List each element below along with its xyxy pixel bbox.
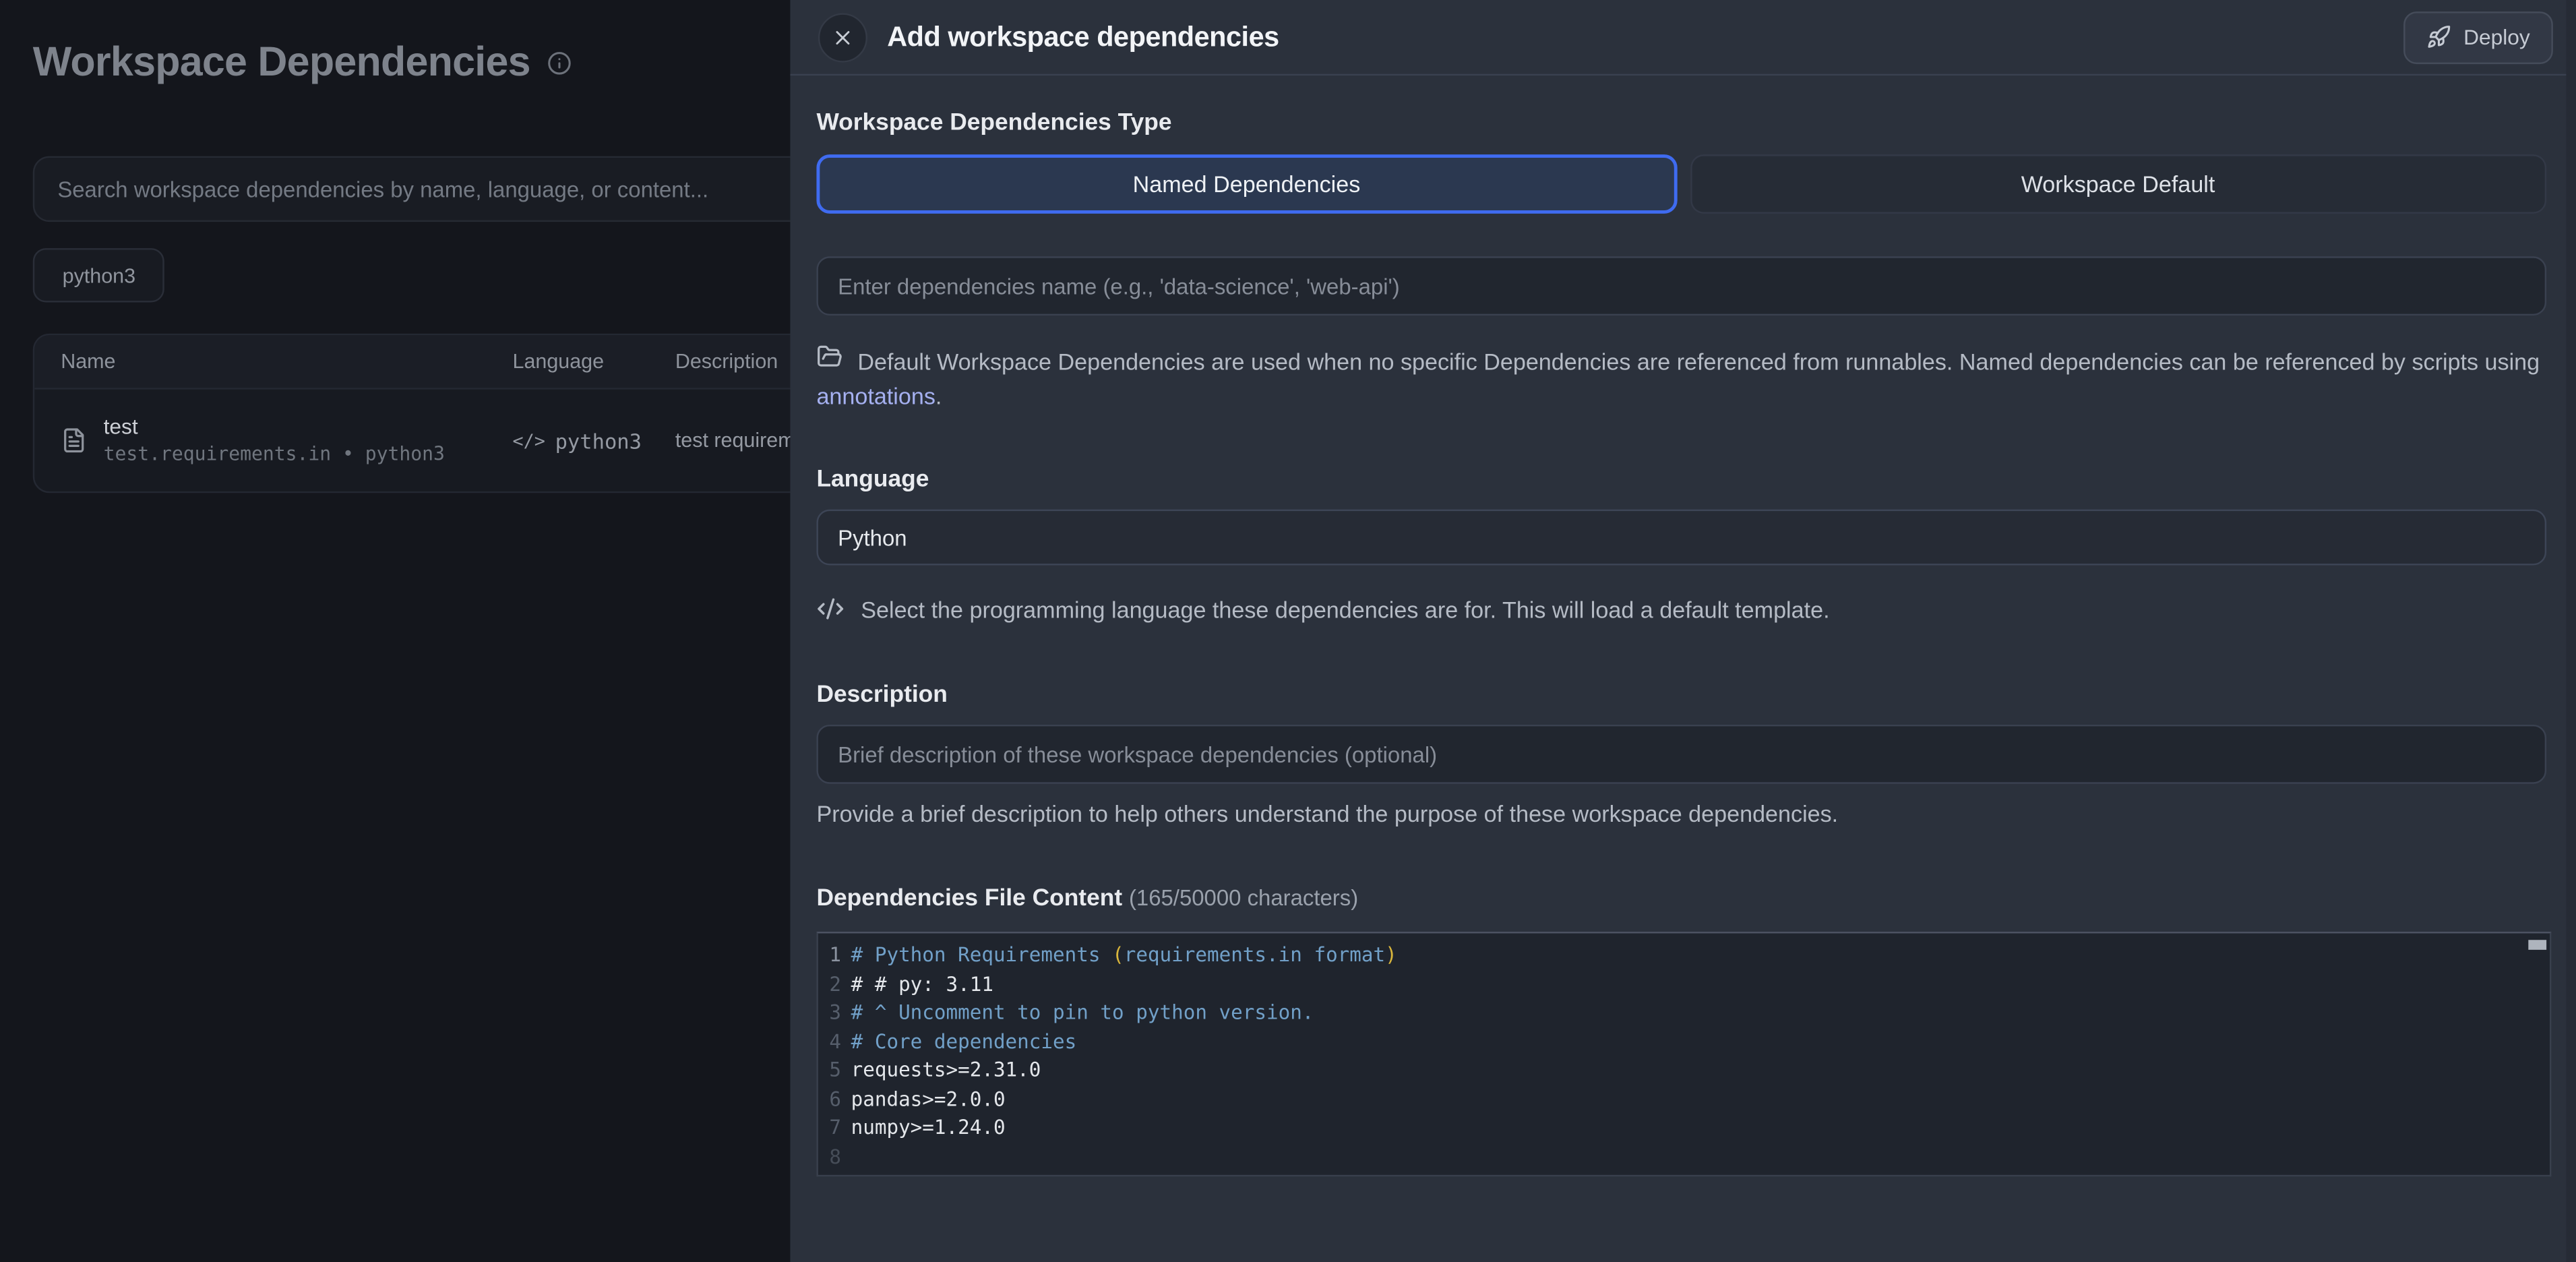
dependency-file-info: test.requirements.in • python3 [104, 440, 445, 467]
toggle-workspace-default[interactable]: Workspace Default [1690, 154, 2546, 214]
dependency-name: test [104, 414, 445, 440]
modal-scrollbar[interactable] [2566, 0, 2576, 1262]
code-line: 8 [818, 1143, 2550, 1172]
language-value: Python [838, 525, 907, 550]
type-help-before: Default Workspace Dependencies are used … [857, 349, 2540, 375]
rocket-icon [2426, 25, 2451, 50]
type-section-label: Workspace Dependencies Type [816, 110, 1171, 136]
language-help-text: Select the programming language these de… [861, 596, 1829, 622]
search-input[interactable] [33, 156, 920, 222]
language-help: Select the programming language these de… [816, 595, 1829, 622]
char-count: (165/50000 characters) [1129, 886, 1358, 911]
app-viewport: Workspace Dependencies python3 Name Lang… [0, 0, 2576, 1262]
page-title: Workspace Dependencies [33, 40, 530, 88]
toggle-named-dependencies[interactable]: Named Dependencies [816, 154, 1676, 214]
close-button[interactable] [818, 12, 867, 61]
close-icon [831, 26, 854, 49]
language-select[interactable]: Python [816, 510, 2546, 566]
code-line: 6pandas>=2.0.0 [818, 1085, 2550, 1114]
editor-scrollbar-thumb[interactable] [2528, 940, 2546, 950]
content-section-label: Dependencies File Content (165/50000 cha… [816, 886, 1358, 912]
code-line: 5requests>=2.31.0 [818, 1056, 2550, 1085]
filter-chip-python3[interactable]: python3 [33, 248, 165, 302]
modal-title: Add workspace dependencies [887, 20, 1279, 53]
type-help-after: . [936, 383, 942, 409]
description-input[interactable] [816, 725, 2546, 784]
code-icon [816, 595, 844, 622]
column-header-language: Language [513, 350, 649, 373]
dependencies-file-editor[interactable]: 1# Python Requirements (requirements.in … [816, 932, 2551, 1176]
dependencies-type-toggle: Named Dependencies Workspace Default [816, 154, 2546, 214]
deploy-label: Deploy [2463, 25, 2530, 50]
content-label-text: Dependencies File Content [816, 886, 1122, 912]
language-section-label: Language [816, 467, 929, 493]
file-text-icon [61, 425, 87, 455]
add-workspace-dependencies-modal: Add workspace dependencies Deploy Worksp… [790, 0, 2576, 1262]
code-icon: </> [513, 429, 545, 451]
dependencies-name-input[interactable] [816, 256, 2546, 316]
code-line: 1# Python Requirements (requirements.in … [818, 942, 2550, 971]
description-help-text: Provide a brief description to help othe… [816, 800, 1838, 827]
code-line: 3# ^ Uncomment to pin to python version. [818, 999, 2550, 1028]
code-lines: 1# Python Requirements (requirements.in … [818, 934, 2550, 1172]
code-line: 4# Core dependencies [818, 1028, 2550, 1057]
info-icon[interactable] [547, 51, 572, 76]
type-help-text: Default Workspace Dependencies are used … [816, 343, 2546, 414]
code-line: 2# # py: 3.11 [818, 970, 2550, 999]
description-section-label: Description [816, 682, 947, 709]
deploy-button[interactable]: Deploy [2403, 11, 2553, 63]
column-header-name: Name [34, 350, 512, 373]
code-line: 7numpy>=1.24.0 [818, 1114, 2550, 1143]
dependency-language: python3 [555, 428, 642, 453]
annotations-link[interactable]: annotations [816, 383, 935, 409]
folder-open-icon [816, 343, 857, 369]
modal-header: Add workspace dependencies Deploy [790, 0, 2576, 76]
